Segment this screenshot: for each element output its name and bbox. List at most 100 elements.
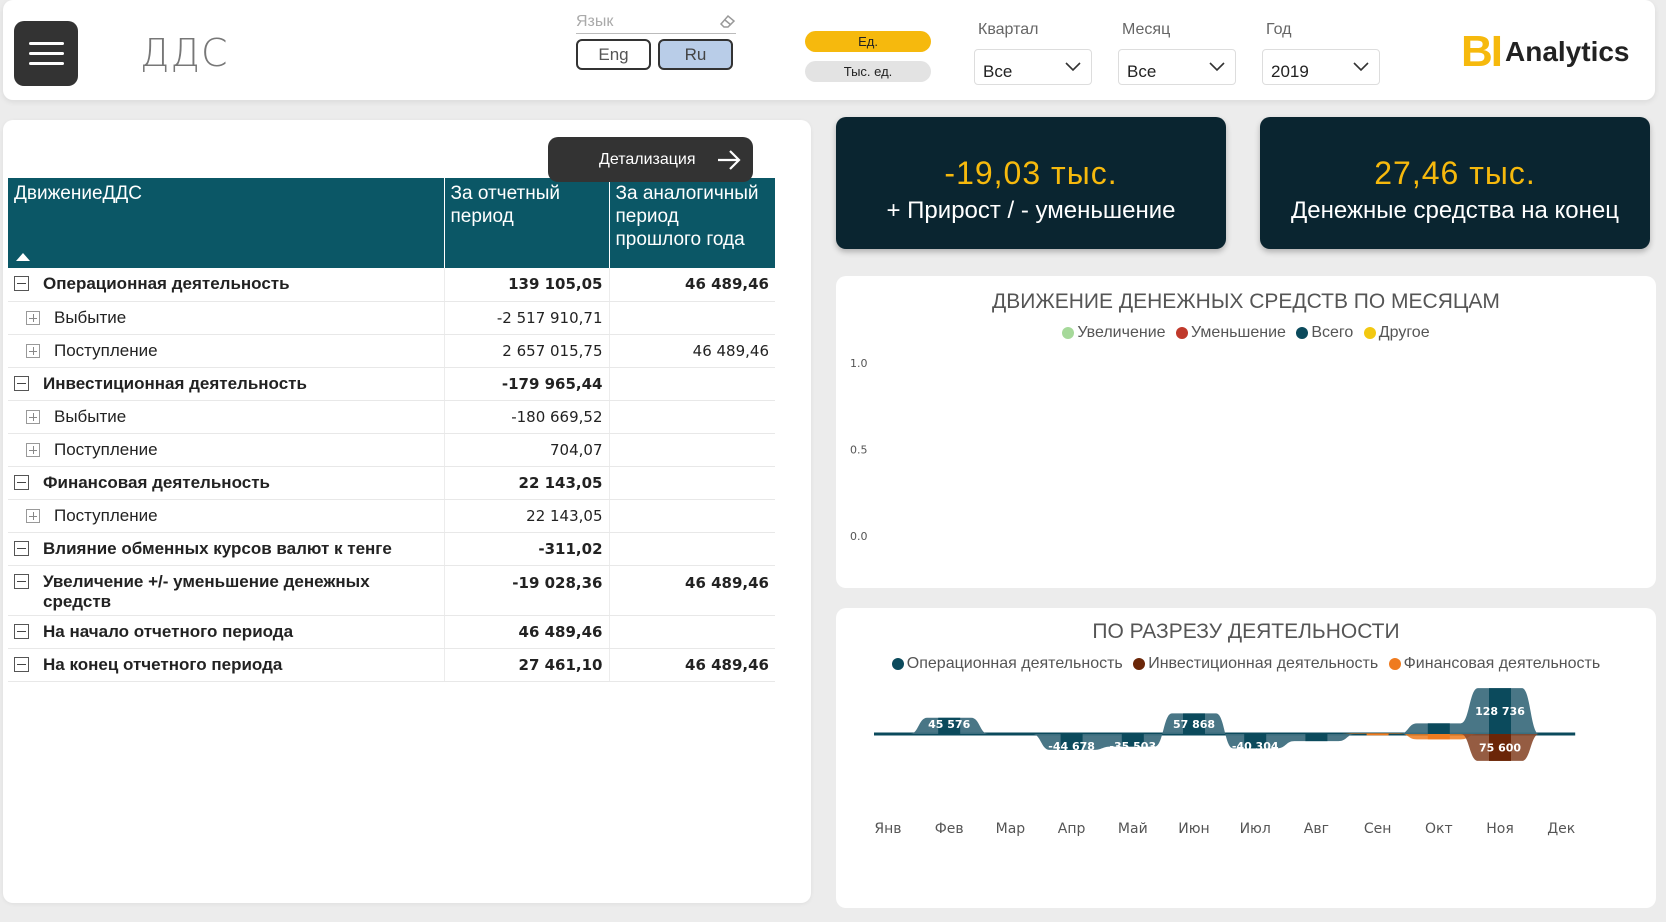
table-row: На конец отчетного периода 27 461,10 46 48… xyxy=(8,648,775,682)
table-row: Увеличение +/- уменьшение денежных средс… xyxy=(8,565,775,616)
previous-period-value xyxy=(608,466,775,500)
drillthrough-button[interactable]: Детализация xyxy=(548,137,753,182)
row-label: Операционная деятельность xyxy=(8,268,444,302)
kpi-change-label: + Прирост / - уменьшение xyxy=(886,197,1176,224)
eraser-icon[interactable] xyxy=(719,13,737,29)
previous-period-value xyxy=(608,499,775,533)
previous-period-value xyxy=(608,433,775,467)
year-select[interactable]: 2019 xyxy=(1262,49,1380,85)
x-tick-label: Мар xyxy=(996,821,1026,837)
expand-icon[interactable] xyxy=(26,508,40,523)
previous-period-value xyxy=(608,615,775,649)
year-label: Год xyxy=(1266,21,1292,38)
data-label: -44 678 xyxy=(1048,740,1095,753)
logo-mark: BI xyxy=(1461,27,1503,76)
kpi-cash-label: Денежные средства на конец xyxy=(1291,197,1619,224)
table-row: Финансовая деятельность 22 143,05 xyxy=(8,466,775,500)
row-label: На конец отчетного периода xyxy=(8,648,444,682)
previous-period-value xyxy=(608,301,775,335)
series-bar[interactable] xyxy=(1427,734,1450,740)
table-row: Поступление 22 143,05 xyxy=(8,499,775,533)
series-bar[interactable] xyxy=(1427,723,1450,734)
chart-plot-area: 0.0 0.5 1.0 xyxy=(850,357,868,543)
menu-button[interactable] xyxy=(14,21,78,86)
collapse-icon[interactable] xyxy=(14,573,29,589)
row-label: Выбытие xyxy=(8,301,444,335)
language-divider xyxy=(576,33,736,34)
x-tick-label: Июн xyxy=(1178,821,1209,837)
column-header-movement[interactable]: ДвижениеДДС xyxy=(8,178,445,268)
collapse-icon[interactable] xyxy=(14,656,29,672)
row-label: Инвестиционная деятельность xyxy=(8,367,444,401)
data-label: 128 736 xyxy=(1475,705,1525,718)
language-eng-button[interactable]: Eng xyxy=(576,39,651,70)
column-header-previous[interactable]: За аналогичный период прошлого года xyxy=(609,178,775,268)
unit-thousands-button[interactable]: Тыс. ед. xyxy=(805,61,931,82)
series-bar[interactable] xyxy=(1366,733,1389,736)
drillthrough-label: Детализация xyxy=(599,150,696,168)
table-row: Выбытие -180 669,52 xyxy=(8,400,775,434)
row-label: Финансовая деятельность xyxy=(8,466,444,500)
quarter-value: Все xyxy=(983,62,1013,81)
quarter-label: Квартал xyxy=(978,21,1039,38)
current-period-value: -311,02 xyxy=(443,532,609,566)
x-tick-label: Апр xyxy=(1058,821,1086,837)
previous-period-value xyxy=(608,400,775,434)
activity-breakdown-chart: ПО РАЗРЕЗУ ДЕЯТЕЛЬНОСТИ Операционная дея… xyxy=(836,608,1656,908)
x-tick-label: Окт xyxy=(1425,821,1453,837)
y-tick-label: 0.0 xyxy=(850,530,868,543)
x-tick-label: Фев xyxy=(935,821,964,837)
collapse-icon[interactable] xyxy=(14,540,29,556)
current-period-value: -180 669,52 xyxy=(443,400,609,434)
table-row: Поступление 2 657 015,75 46 489,46 xyxy=(8,334,775,368)
collapse-icon[interactable] xyxy=(14,623,29,639)
matrix-body: Операционная деятельность 139 105,05 46 48… xyxy=(8,268,775,682)
row-label: Поступление xyxy=(8,499,444,533)
chevron-down-icon xyxy=(1065,62,1081,72)
logo-text: Analytics xyxy=(1505,36,1630,67)
table-row: Инвестиционная деятельность -179 965,44 xyxy=(8,367,775,401)
current-period-value: 704,07 xyxy=(443,433,609,467)
row-label: Влияние обменных курсов валют к тенге xyxy=(8,532,444,566)
y-tick-label: 0.5 xyxy=(850,444,868,457)
previous-period-value: 46 489,46 xyxy=(608,334,775,368)
table-row: Влияние обменных курсов валют к тенге -31… xyxy=(8,532,775,566)
row-label: Увеличение +/- уменьшение денежных средс… xyxy=(8,565,444,616)
language-ru-button[interactable]: Ru xyxy=(658,39,733,70)
collapse-icon[interactable] xyxy=(14,276,29,292)
row-label: Поступление xyxy=(8,433,444,467)
table-row: Операционная деятельность 139 105,05 46 48… xyxy=(8,268,775,302)
column-header-current[interactable]: За отчетный период xyxy=(444,178,610,268)
x-tick-label: Авг xyxy=(1304,821,1329,837)
kpi-cash-card: 27,46 тыс. Денежные средства на конец xyxy=(1260,117,1650,249)
arrow-right-icon xyxy=(718,150,741,170)
series-bar[interactable] xyxy=(1305,734,1328,742)
month-select[interactable]: Все xyxy=(1118,49,1236,85)
quarter-select[interactable]: Все xyxy=(974,49,1092,85)
x-tick-label: Сен xyxy=(1364,821,1392,837)
current-period-value: -19 028,36 xyxy=(443,565,609,616)
previous-period-value: 46 489,46 xyxy=(608,268,775,302)
expand-icon[interactable] xyxy=(26,343,40,358)
expand-icon[interactable] xyxy=(26,442,40,457)
series-area-investment xyxy=(866,734,1584,761)
sort-ascending-icon[interactable] xyxy=(16,253,30,261)
chevron-down-icon xyxy=(1209,62,1225,72)
collapse-icon[interactable] xyxy=(14,375,29,391)
row-label: Выбытие xyxy=(8,400,444,434)
expand-icon[interactable] xyxy=(26,310,40,325)
current-period-value: -179 965,44 xyxy=(443,367,609,401)
unit-units-button[interactable]: Ед. xyxy=(805,31,931,52)
data-label: 1 857 xyxy=(1360,718,1394,731)
expand-icon[interactable] xyxy=(26,409,40,424)
kpi-change-value: -19,03 тыс. xyxy=(944,155,1118,191)
language-label: Язык xyxy=(576,13,614,30)
row-label: Поступление xyxy=(8,334,444,368)
previous-period-value xyxy=(608,367,775,401)
collapse-icon[interactable] xyxy=(14,474,29,490)
y-tick-label: 1.0 xyxy=(850,357,868,370)
x-tick-label: Июл xyxy=(1240,821,1271,837)
page-title: ДДС xyxy=(140,31,229,75)
x-tick-label: Дек xyxy=(1547,821,1575,837)
row-label: На начало отчетного периода xyxy=(8,615,444,649)
